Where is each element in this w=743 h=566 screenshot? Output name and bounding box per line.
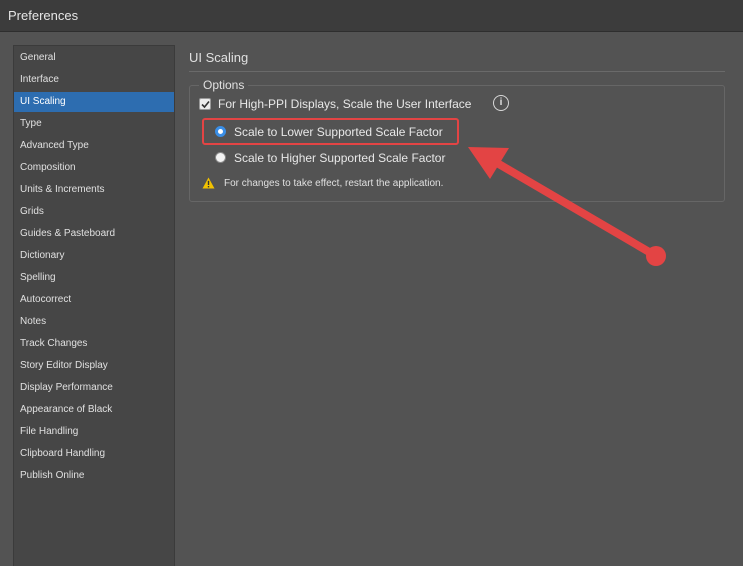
annotation-arrow [468,147,666,266]
